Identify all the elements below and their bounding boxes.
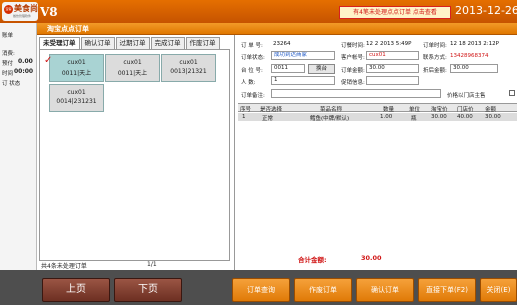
- confirm-order-button[interactable]: 确认订单: [356, 278, 414, 302]
- prepay-value: 0.00: [18, 58, 33, 65]
- order-card[interactable]: cux01 0013|21321: [161, 54, 216, 82]
- order-card-table: 0011|天上: [61, 70, 92, 77]
- logo-badge: 宝客: [4, 5, 13, 14]
- col-store-price: 门店价: [457, 107, 474, 113]
- orders-panel: 未受理订单 确认订单 过期订单 完成订单 作废订单 ✓ cux01 0011|天…: [37, 35, 517, 270]
- status-field: 成功到达商家: [271, 51, 335, 60]
- total-value: 30.00: [361, 254, 382, 262]
- page-number: 1/1: [147, 261, 157, 268]
- people-field: 1: [271, 76, 335, 85]
- order-card-customer: cux01: [67, 59, 86, 66]
- status-label: 订单状态:: [241, 55, 265, 61]
- logo-subtitle: 餐饮管理软件: [13, 14, 32, 18]
- tab-confirmed[interactable]: 确认订单: [80, 37, 115, 49]
- order-detail: 订 单 号: 23264 订餐时间: 12 2 2013 5:49P 订单时间:…: [238, 35, 517, 270]
- table-row[interactable]: 1 正常 鳕鱼(中牌/默认) 1.00 瓶 30.00 40.00 30.00: [238, 113, 517, 122]
- tab-voided[interactable]: 作废订单: [185, 37, 220, 49]
- deliver-time-label: 订单时间:: [423, 43, 447, 49]
- date-display: 2013-12-26: [455, 4, 517, 17]
- order-no-label: 订 单 号:: [241, 43, 263, 49]
- cell-amount: 30.00: [485, 114, 501, 120]
- cell-store-price: 40.00: [457, 114, 473, 120]
- panel-header: 淘宝点点订单: [37, 23, 517, 35]
- app-logo: 宝客 美食尚 餐饮管理软件: [2, 2, 38, 21]
- discount-label: 折后金额:: [423, 68, 447, 74]
- cell-unit: 瓶: [411, 116, 417, 122]
- price-basis-label: 价格以门店主售: [447, 93, 486, 99]
- change-table-button[interactable]: 换台: [308, 64, 335, 74]
- items-table-header: 序号 是否选择 菜品名称 数量 单位 淘宝价 门店价 金额: [238, 103, 517, 113]
- order-card-customer: cux01: [67, 89, 86, 96]
- order-card[interactable]: cux01 0011|天上: [105, 54, 160, 82]
- close-button[interactable]: 关闭(E): [480, 278, 517, 302]
- order-card-grid: ✓ cux01 0011|天上 cux01 0011|天上 cux01 0013…: [39, 49, 230, 261]
- next-page-button[interactable]: 下页: [114, 278, 182, 302]
- phone-label: 联系方式:: [423, 55, 447, 61]
- order-time-value: 12 2 2013 5:49P: [366, 41, 412, 47]
- consume-label: 消费:: [2, 51, 15, 57]
- tab-expired[interactable]: 过期订单: [115, 37, 150, 49]
- table-field: 0011: [271, 64, 305, 73]
- col-dish-name: 菜品名称: [320, 107, 343, 113]
- order-card[interactable]: cux01 0014|231231: [49, 84, 104, 112]
- cell-taobao-price: 30.00: [431, 114, 447, 120]
- void-order-button[interactable]: 作废订单: [294, 278, 352, 302]
- logo-name: 美食尚: [14, 4, 38, 13]
- unprocessed-orders-notice[interactable]: 有4笔未处理点点订单 点击查看: [339, 6, 451, 19]
- promo-label: 促销信息:: [341, 80, 365, 86]
- col-select: 是否选择: [260, 107, 283, 113]
- prepay-label: 预付: [2, 61, 14, 67]
- app-version: V8: [40, 5, 58, 19]
- order-card-table: 0011|天上: [117, 70, 148, 77]
- station-label: 账单: [2, 33, 14, 39]
- cell-qty: 1.00: [380, 114, 393, 120]
- direct-order-button[interactable]: 直接下单(F2): [418, 278, 476, 302]
- amount-field: 30.00: [366, 64, 419, 73]
- phone-value: 13428968374: [450, 53, 489, 59]
- panel-title: 淘宝点点订单: [47, 25, 89, 33]
- remark-label: 订单备注:: [241, 93, 265, 99]
- cell-dish-name: 鳕鱼(中牌/默认): [310, 116, 350, 122]
- deliver-time-value: 12 18 2013 2:12P: [450, 41, 499, 47]
- amount-label: 订单金额:: [341, 68, 365, 74]
- status-label: 订 状态: [2, 81, 21, 87]
- order-query-button[interactable]: 订单查询: [232, 278, 290, 302]
- col-taobao-price: 淘宝价: [431, 107, 448, 113]
- total-label: 合计金额:: [298, 256, 327, 264]
- col-qty: 数量: [383, 107, 395, 113]
- order-card[interactable]: ✓ cux01 0011|天上: [44, 54, 104, 82]
- tab-completed[interactable]: 完成订单: [150, 37, 185, 49]
- order-tabs: 未受理订单 确认订单 过期订单 完成订单 作废订单: [39, 37, 221, 49]
- order-time-label: 订餐时间:: [341, 43, 365, 49]
- discount-field: 30.00: [450, 64, 498, 73]
- pane-divider: [234, 35, 235, 270]
- col-amount: 金额: [485, 107, 497, 113]
- bottom-toolbar: 上页 下页 订单查询 作废订单 确认订单 直接下单(F2) 关闭(E): [0, 270, 517, 305]
- prev-page-button[interactable]: 上页: [42, 278, 110, 302]
- cell-seq: 1: [242, 114, 246, 120]
- left-status-strip: 账单 消费: 预付 0.00 时间 00:00 订 状态: [0, 23, 37, 270]
- cell-select: 正常: [262, 116, 274, 122]
- tab-unprocessed[interactable]: 未受理订单: [39, 37, 80, 49]
- time-value: 00:00: [14, 68, 34, 75]
- price-basis-checkbox[interactable]: [509, 90, 515, 96]
- pager-summary: 共4条未处理订单: [41, 263, 87, 270]
- customer-field: cux01: [366, 51, 419, 60]
- order-no-value: 23264: [273, 41, 291, 47]
- selected-check-icon: ✓: [44, 55, 53, 66]
- time-label: 时间: [2, 71, 14, 77]
- people-label: 人 数:: [241, 80, 256, 86]
- customer-label: 客户帐号:: [341, 55, 365, 61]
- col-unit: 单位: [409, 107, 421, 113]
- remark-field[interactable]: [271, 89, 441, 98]
- order-card-table: 0013|21321: [170, 68, 207, 75]
- order-card-customer: cux01: [123, 59, 142, 66]
- title-bar: 宝客 美食尚 餐饮管理软件 V8 有4笔未处理点点订单 点击查看 2013-12…: [0, 0, 517, 23]
- table-label: 台 位 号:: [241, 68, 263, 74]
- order-card-customer: cux01: [179, 59, 198, 66]
- col-seq: 序号: [240, 107, 252, 113]
- promo-field: [366, 76, 419, 85]
- order-card-table: 0014|231231: [56, 98, 97, 105]
